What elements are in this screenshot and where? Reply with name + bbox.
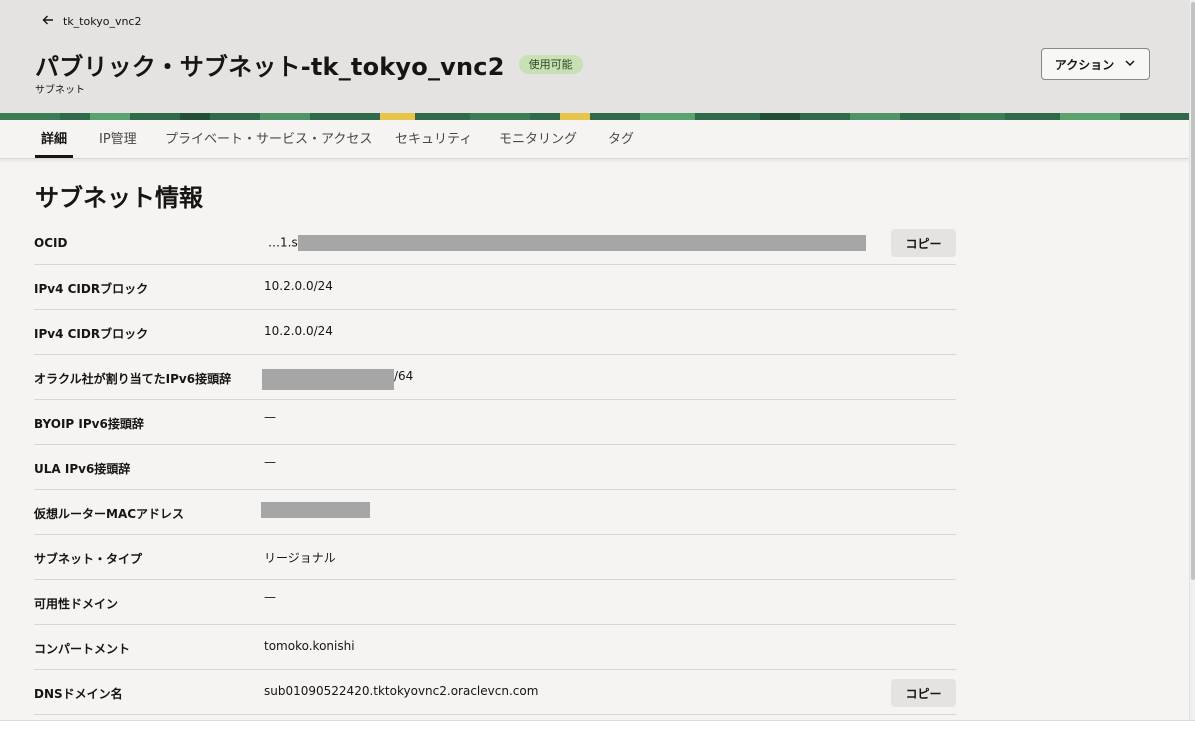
detail-row-ocid: OCID …1.s コピー xyxy=(34,220,956,265)
detail-row-subnet-type: サブネット・タイプ リージョナル xyxy=(34,535,956,580)
tab-security[interactable]: セキュリティ xyxy=(395,121,472,158)
details-list: OCID …1.s コピー IPv4 CIDRブロック 10.2.0.0/24 … xyxy=(34,220,956,715)
detail-label: ULA IPv6接頭辞 xyxy=(34,461,131,476)
detail-value: sub01090522420.tktokyovnc2.oraclevcn.com xyxy=(264,684,539,698)
tab-ip-management[interactable]: IP管理 xyxy=(99,121,137,158)
detail-label: 仮想ルーターMACアドレス xyxy=(34,506,185,521)
detail-row-dns-domain: DNSドメイン名 sub01090522420.tktokyovnc2.orac… xyxy=(34,670,956,715)
detail-row-ula-ipv6: ULA IPv6接頭辞 — xyxy=(34,445,956,490)
detail-label: サブネット・タイプ xyxy=(34,551,143,566)
tab-bar: 詳細 IP管理 プライベート・サービス・アクセス セキュリティ モニタリング タ… xyxy=(0,121,1189,159)
window-bottom-edge xyxy=(0,720,1195,736)
section-title: サブネット情報 xyxy=(35,184,203,212)
detail-label: オラクル社が割り当てたIPv6接頭辞 xyxy=(34,371,232,386)
redacted-block xyxy=(262,369,394,390)
breadcrumb-link[interactable]: tk_tokyo_vnc2 xyxy=(63,15,141,28)
actions-menu-button[interactable]: アクション xyxy=(1041,48,1150,80)
arrow-left-icon xyxy=(41,13,55,30)
ipv6-suffix: /64 xyxy=(394,369,414,383)
detail-value: 10.2.0.0/24 xyxy=(264,324,333,338)
detail-label: IPv4 CIDRブロック xyxy=(34,326,149,341)
copy-ocid-button[interactable]: コピー xyxy=(891,229,956,257)
decorative-banner xyxy=(0,113,1189,120)
redacted-block xyxy=(297,235,866,251)
detail-row-oracle-ipv6-prefix: オラクル社が割り当てたIPv6接頭辞 /64 xyxy=(34,355,956,400)
detail-value: リージョナル xyxy=(264,551,336,565)
actions-label: アクション xyxy=(1054,57,1115,72)
detail-row-compartment: コンパートメント tomoko.konishi xyxy=(34,625,956,670)
detail-row-router-mac: 仮想ルーターMACアドレス xyxy=(34,490,956,535)
detail-row-availability-domain: 可用性ドメイン — xyxy=(34,580,956,625)
detail-label: 可用性ドメイン xyxy=(34,596,119,611)
tab-private-service-access[interactable]: プライベート・サービス・アクセス xyxy=(165,121,372,158)
detail-row-ipv4-cidr: IPv4 CIDRブロック 10.2.0.0/24 xyxy=(34,265,956,310)
detail-value: — xyxy=(264,455,276,469)
chevron-down-icon xyxy=(1124,57,1136,72)
detail-value: 10.2.0.0/24 xyxy=(264,279,333,293)
ipv6-prefix-value: /64 xyxy=(262,369,413,390)
scrollbar-thumb[interactable] xyxy=(1191,2,1195,580)
mac-value xyxy=(261,502,370,518)
breadcrumb[interactable]: tk_tokyo_vnc2 xyxy=(41,13,141,29)
detail-label: OCID xyxy=(34,236,68,251)
detail-row-ipv4-cidr: IPv4 CIDRブロック 10.2.0.0/24 xyxy=(34,310,956,355)
page-header: tk_tokyo_vnc2 パブリック・サブネット-tk_tokyo_vnc2 … xyxy=(0,0,1189,120)
page-subtitle: サブネット xyxy=(35,85,85,96)
ocid-prefix: …1.s xyxy=(268,235,298,250)
detail-label: BYOIP IPv6接頭辞 xyxy=(34,416,144,431)
vertical-scrollbar[interactable] xyxy=(1189,0,1195,720)
tab-details[interactable]: 詳細 xyxy=(34,121,74,158)
detail-label: DNSドメイン名 xyxy=(34,686,123,701)
status-badge: 使用可能 xyxy=(518,55,583,74)
detail-label: コンパートメント xyxy=(34,641,131,656)
detail-row-byoip-ipv6: BYOIP IPv6接頭辞 — xyxy=(34,400,956,445)
detail-value: — xyxy=(264,590,276,604)
tab-monitoring[interactable]: モニタリング xyxy=(499,121,577,158)
tab-tags[interactable]: タグ xyxy=(608,121,634,158)
ocid-value: …1.s xyxy=(264,235,866,251)
redacted-block xyxy=(261,502,370,518)
detail-label: IPv4 CIDRブロック xyxy=(34,281,149,296)
detail-value: — xyxy=(264,410,276,424)
compartment-link[interactable]: tomoko.konishi xyxy=(264,639,355,653)
page-title: パブリック・サブネット-tk_tokyo_vnc2 xyxy=(35,53,505,81)
copy-dns-button[interactable]: コピー xyxy=(891,679,956,707)
